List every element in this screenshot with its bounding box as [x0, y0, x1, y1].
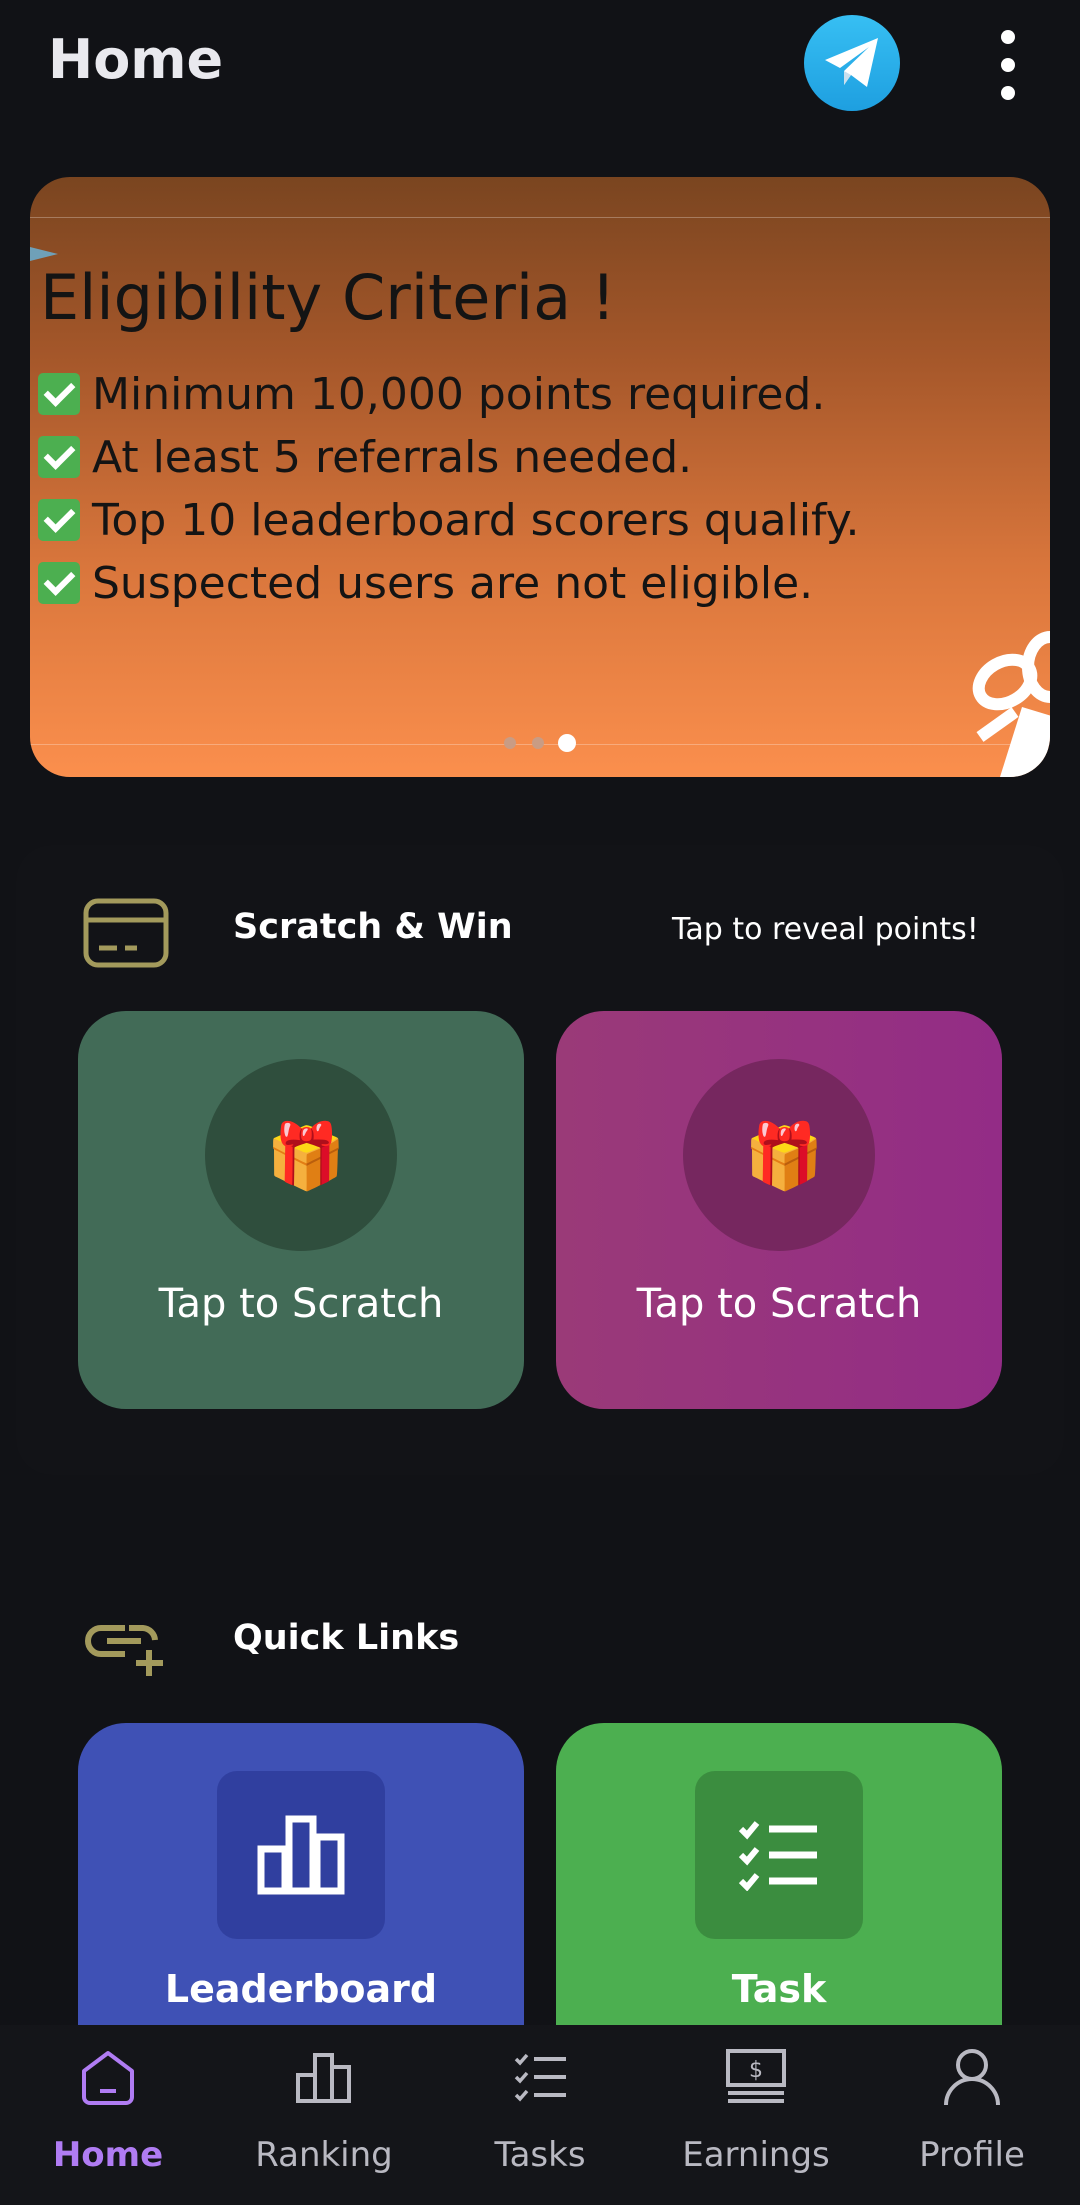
check-icon — [38, 436, 80, 478]
nav-item-tasks[interactable]: Tasks — [432, 2025, 648, 2205]
section-subtitle: Tap to reveal points! — [672, 912, 979, 947]
svg-text:$: $ — [749, 2058, 763, 2083]
nav-item-earnings[interactable]: $ Earnings — [648, 2025, 864, 2205]
carousel-dot-active[interactable] — [558, 734, 576, 752]
flag-decoration — [30, 247, 58, 261]
quick-link-label: Task — [731, 1967, 827, 2011]
ranking-icon — [296, 2053, 351, 2103]
nav-label: Tasks — [494, 2135, 586, 2175]
nav-label: Home — [52, 2135, 164, 2175]
leaderboard-link[interactable]: Leaderboard — [78, 1723, 524, 2033]
banner-title: Eligibility Criteria ! — [40, 261, 616, 334]
gift-icon: 🎁 — [744, 1120, 824, 1194]
nav-label: Profile — [919, 2135, 1025, 2175]
scratch-card[interactable]: 🎁 Tap to Scratch — [556, 1011, 1002, 1409]
criteria-item: At least 5 referrals needed. — [38, 432, 692, 483]
card-icon — [83, 898, 169, 968]
telegram-button[interactable] — [804, 15, 900, 111]
check-icon — [38, 499, 80, 541]
home-icon — [82, 2051, 134, 2105]
check-icon — [38, 373, 80, 415]
quick-link-label: Leaderboard — [164, 1967, 438, 2011]
tasks-icon — [514, 2053, 566, 2102]
page-title: Home — [48, 28, 224, 91]
carousel-indicator[interactable] — [30, 733, 1050, 753]
scratch-card-label: Tap to Scratch — [158, 1281, 444, 1327]
carousel-dot[interactable] — [532, 737, 544, 749]
nav-item-profile[interactable]: Profile — [864, 2025, 1080, 2205]
more-options-icon[interactable] — [988, 26, 1028, 104]
criteria-item: Top 10 leaderboard scorers qualify. — [38, 495, 860, 546]
scratch-card-label: Tap to Scratch — [636, 1281, 922, 1327]
check-icon — [38, 562, 80, 604]
task-link[interactable]: Task — [556, 1723, 1002, 2033]
earnings-icon: $ — [726, 2049, 786, 2103]
telegram-icon — [825, 38, 878, 87]
carousel-dot[interactable] — [504, 737, 516, 749]
bar-chart-icon — [257, 1815, 345, 1895]
criteria-item: Suspected users are not eligible. — [38, 558, 813, 609]
profile-icon — [944, 2049, 1000, 2106]
checklist-icon — [739, 1821, 817, 1891]
bottom-navigation: Home Ranking Tasks $ Earnings Profile — [0, 2025, 1080, 2205]
nav-label: Ranking — [255, 2135, 393, 2175]
section-title: Quick Links — [233, 1618, 460, 1658]
scratch-card[interactable]: 🎁 Tap to Scratch — [78, 1011, 524, 1409]
add-link-icon — [85, 1625, 163, 1676]
nav-label: Earnings — [682, 2135, 830, 2175]
criteria-item: Minimum 10,000 points required. — [38, 369, 825, 420]
section-title: Scratch & Win — [233, 907, 513, 947]
nav-item-ranking[interactable]: Ranking — [216, 2025, 432, 2205]
app-bar: Home — [0, 0, 1080, 130]
eligibility-banner[interactable]: Eligibility Criteria ! Minimum 10,000 po… — [30, 177, 1050, 777]
gift-icon: 🎁 — [266, 1120, 346, 1194]
gift-ribbon-icon — [972, 631, 1050, 777]
nav-item-home[interactable]: Home — [0, 2025, 216, 2205]
